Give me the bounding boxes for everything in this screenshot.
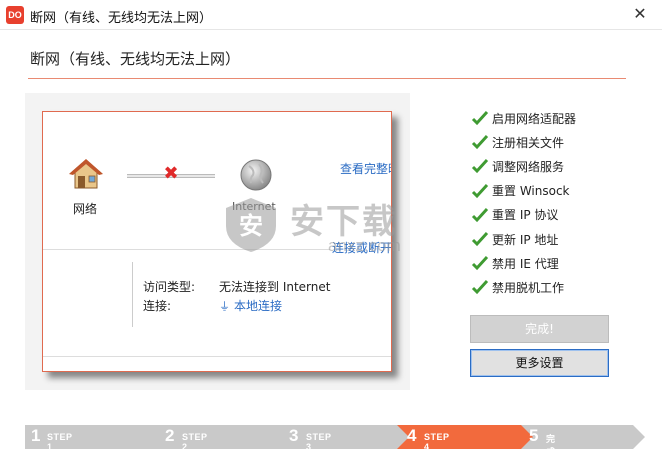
finish-button[interactable]: 完成! (470, 315, 609, 343)
close-button[interactable]: ✕ (618, 0, 662, 30)
step-label: STEP 4 (424, 432, 450, 452)
page-title: 断网（有线、无线均无法上网） (30, 50, 241, 68)
view-full-map-link[interactable]: 查看完整映射 (340, 160, 391, 177)
check-icon (471, 232, 489, 247)
more-settings-button[interactable]: 更多设置 (470, 349, 609, 377)
step-progress-bar: 1 STEP 1 2 STEP 2 3 STEP 3 4 STEP 4 5 完成 (25, 425, 645, 457)
check-icon (471, 159, 489, 174)
disconnected-x-icon: ✖ (163, 163, 179, 184)
step-number: 5 (529, 426, 539, 445)
check-icon (471, 111, 489, 126)
watermark-sub: anxz.com (328, 236, 401, 255)
check-icon (471, 256, 489, 271)
step-label: STEP 3 (306, 432, 332, 452)
list-item: 更新 IP 地址 (471, 227, 576, 251)
step-number: 1 (31, 426, 41, 445)
info-separator (132, 262, 133, 327)
window-title: 断网（有线、无线均无法上网） (30, 11, 213, 26)
local-connection-link[interactable]: 本地连接 (234, 297, 282, 314)
step-label: STEP 2 (182, 432, 208, 452)
step-label: 禁用脱机工作 (492, 280, 565, 295)
check-icon (471, 280, 489, 295)
connection-row: 连接: ⏚ 本地连接 (143, 297, 282, 314)
list-item: 重置 IP 协议 (471, 203, 576, 227)
repair-steps-list: 启用网络适配器 注册相关文件 调整网络服务 重置 Winsock 重置 IP 协… (471, 106, 576, 300)
step-label: 重置 IP 协议 (492, 208, 559, 223)
step-label: 注册相关文件 (492, 135, 565, 150)
svg-text:安: 安 (239, 212, 263, 240)
house-icon (69, 159, 103, 189)
plug-icon: ⏚ (219, 300, 230, 313)
list-item: 禁用脱机工作 (471, 275, 576, 299)
access-type-row: 访问类型: 无法连接到 Internet (143, 278, 330, 295)
app-icon: DO (6, 6, 24, 24)
check-icon (471, 135, 489, 150)
step-label: 更新 IP 地址 (492, 232, 559, 247)
globe-icon (240, 159, 272, 191)
step-number: 2 (165, 426, 175, 445)
diagram-bottom-line (43, 356, 391, 357)
watermark-logo: 安 安下载 anxz.com (210, 190, 450, 265)
check-icon (471, 183, 489, 198)
connection-label: 连接: (143, 299, 172, 313)
list-item: 重置 Winsock (471, 179, 576, 203)
step-number: 4 (407, 426, 417, 445)
access-type-value: 无法连接到 Internet (219, 280, 331, 294)
shield-icon: 安 (226, 198, 276, 252)
step-label: 重置 Winsock (492, 184, 570, 199)
step-label: 调整网络服务 (492, 159, 565, 174)
list-item: 注册相关文件 (471, 130, 576, 154)
list-item: 调整网络服务 (471, 154, 576, 178)
list-item: 启用网络适配器 (471, 106, 576, 130)
network-label: 网络 (73, 202, 98, 216)
title-divider (28, 78, 626, 79)
step-number: 3 (289, 426, 299, 445)
access-type-label: 访问类型: (143, 280, 196, 294)
step-label: 禁用 IE 代理 (492, 256, 559, 271)
step-label: 启用网络适配器 (492, 111, 577, 126)
step-label: STEP 1 (47, 432, 73, 452)
check-icon (471, 207, 489, 223)
step-label: 完成 (546, 434, 556, 457)
title-bar: DO 断网（有线、无线均无法上网） ✕ (0, 0, 662, 30)
list-item: 禁用 IE 代理 (471, 251, 576, 275)
